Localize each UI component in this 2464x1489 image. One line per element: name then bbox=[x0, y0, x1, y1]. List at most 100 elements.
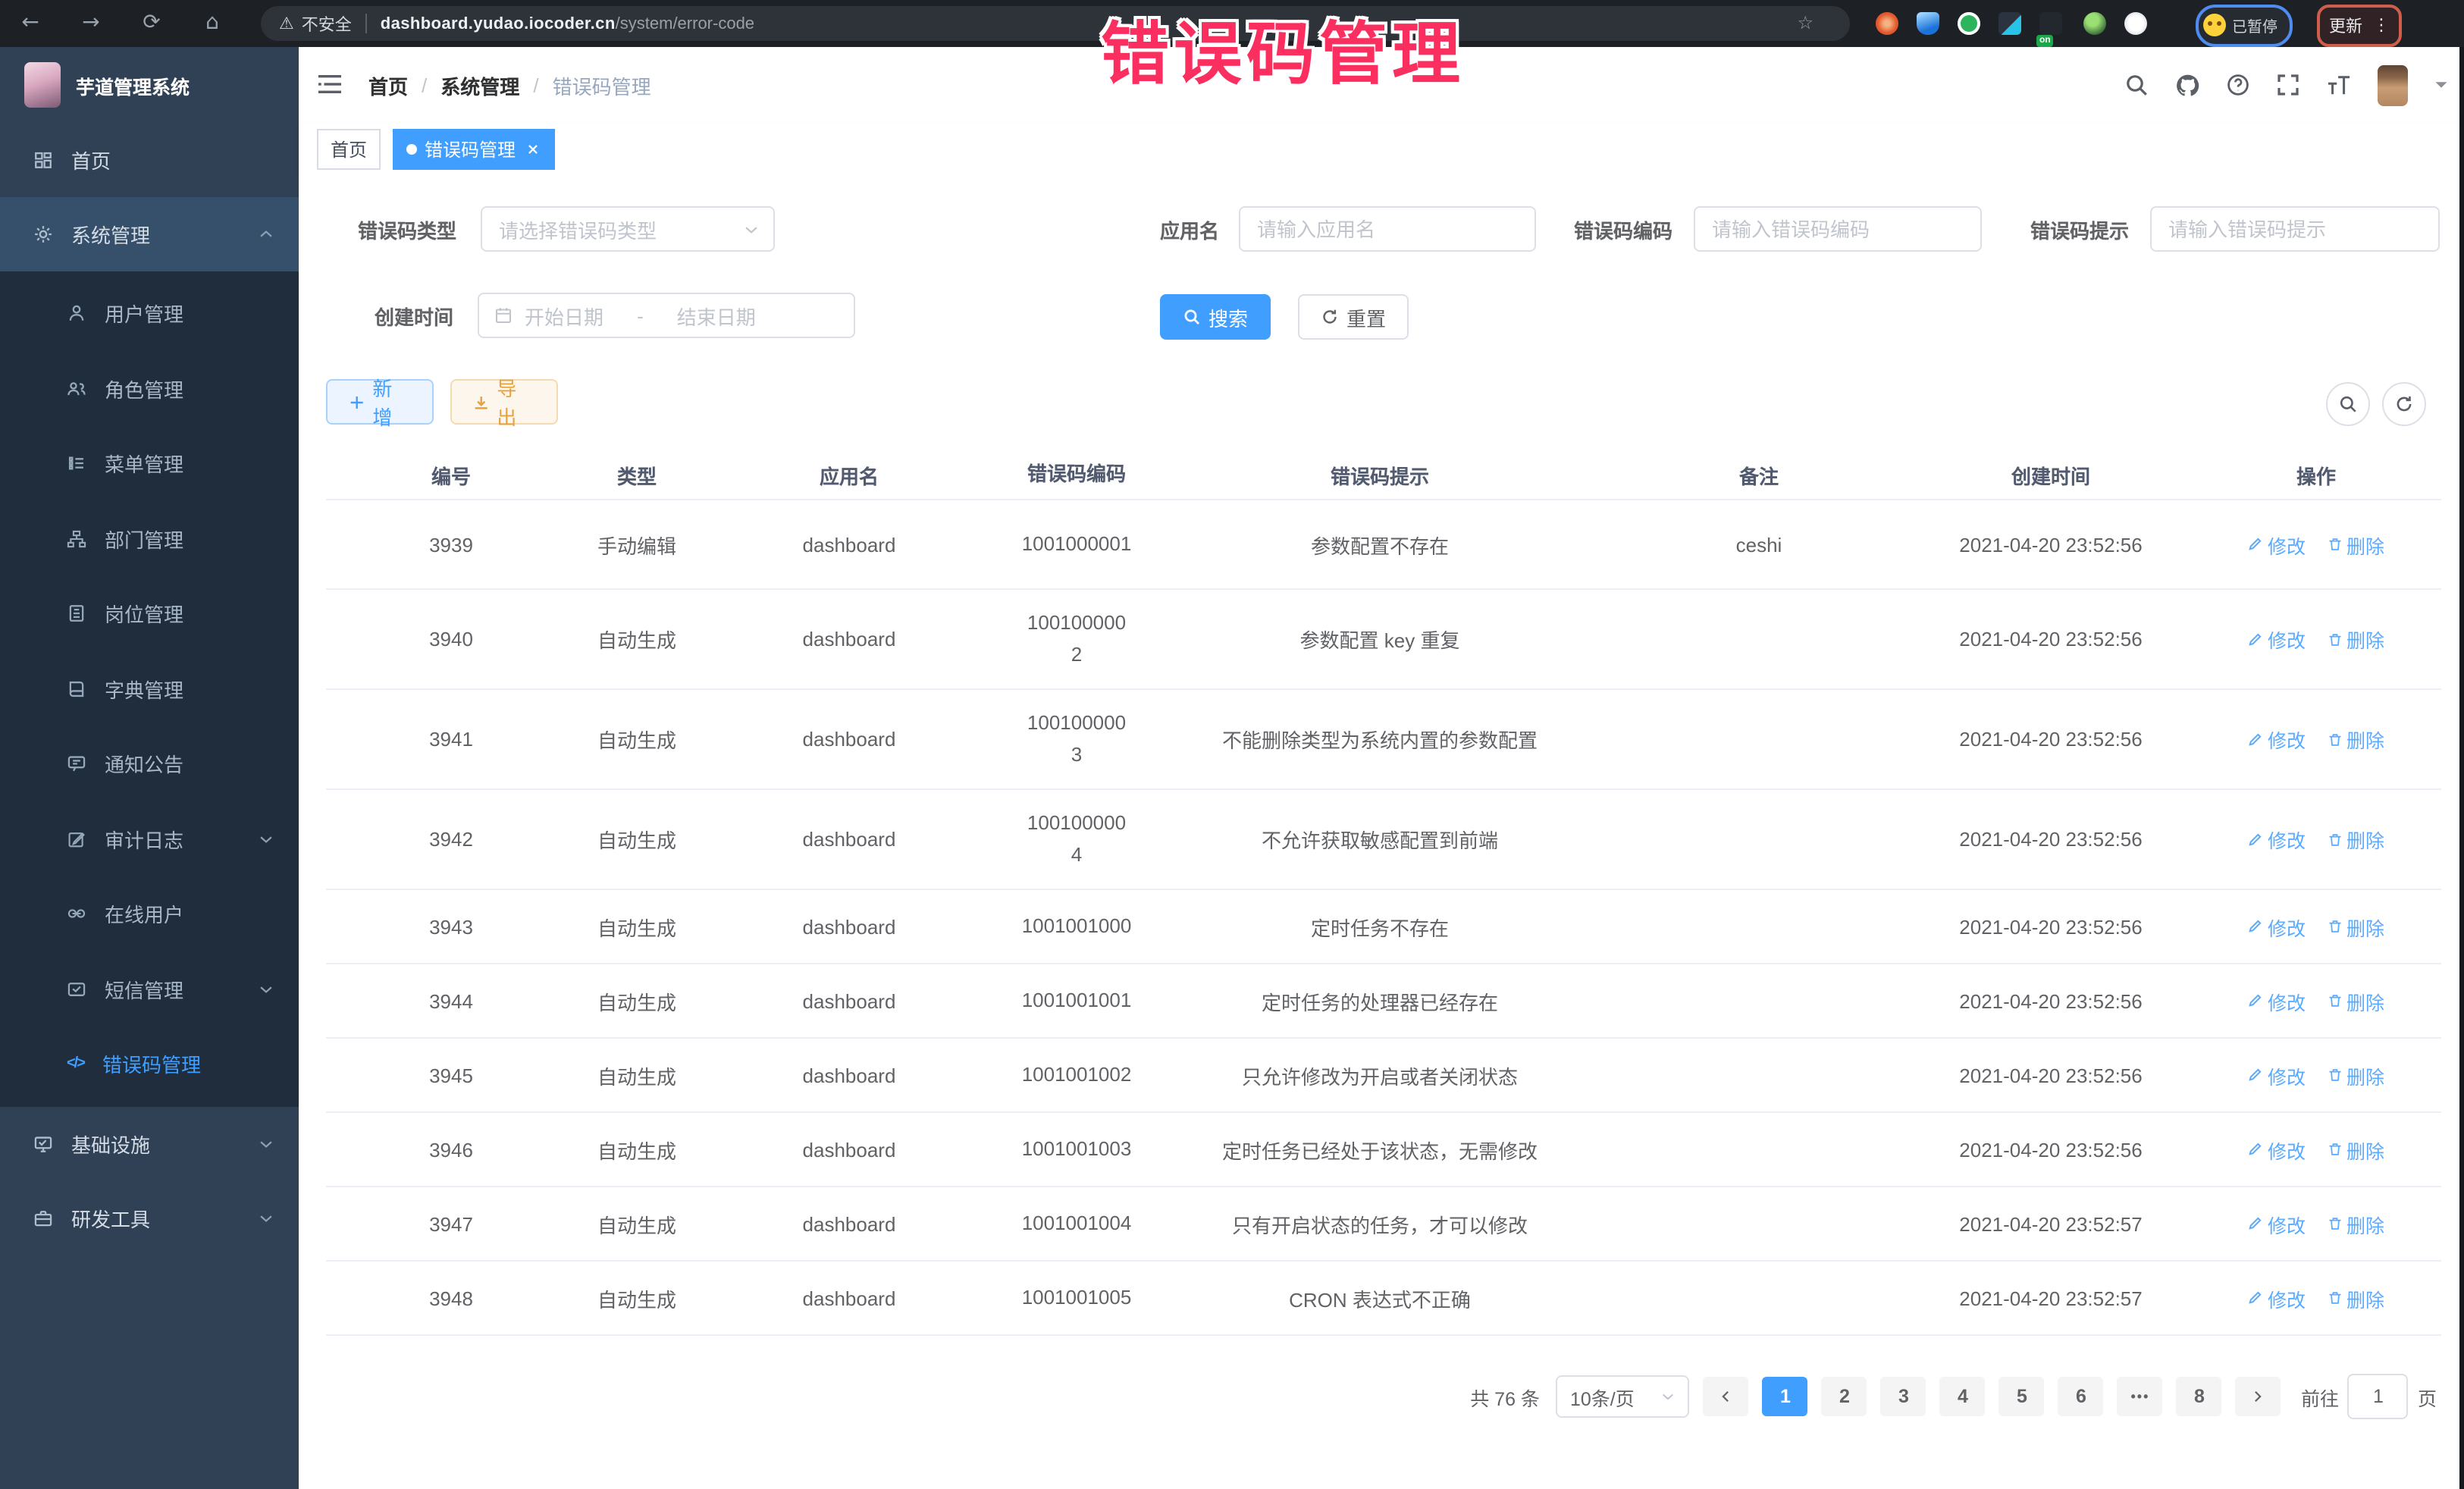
hamburger-menu-icon[interactable] bbox=[317, 73, 343, 96]
cell-code: 1001001001 bbox=[1001, 979, 1152, 1023]
page-size-select[interactable]: 10条/页 bbox=[1556, 1375, 1690, 1418]
edit-link[interactable]: 修改 bbox=[2248, 825, 2306, 854]
edit-link[interactable]: 修改 bbox=[2248, 625, 2306, 654]
address-bar[interactable]: ⚠ 不安全 dashboard.yudao.iocoder.cn/system/… bbox=[261, 6, 1850, 41]
tab-home[interactable]: 首页 bbox=[317, 129, 381, 170]
sidebar-item-error-code-management[interactable]: </> 错误码管理 bbox=[0, 1027, 299, 1102]
page-button-1[interactable]: 1 bbox=[1763, 1377, 1808, 1416]
tab-error-code-management[interactable]: 错误码管理 bbox=[393, 129, 555, 170]
prev-page-button[interactable] bbox=[1704, 1377, 1749, 1416]
search-button[interactable]: 搜索 bbox=[1160, 294, 1271, 340]
extension-puzzle-icon[interactable] bbox=[2124, 12, 2147, 35]
error-type-select[interactable]: 请选择错误码类型 bbox=[481, 206, 775, 252]
cell-actions: 修改 删除 bbox=[2191, 619, 2441, 660]
add-button[interactable]: 新增 bbox=[326, 379, 434, 425]
sidebar-item-system-management[interactable]: 系统管理 bbox=[0, 197, 299, 271]
edit-link[interactable]: 修改 bbox=[2248, 986, 2306, 1015]
browser-reload-icon[interactable]: ⟳ bbox=[136, 0, 167, 47]
sidebar-item-user-management[interactable]: 用户管理 bbox=[0, 276, 299, 351]
search-button-label: 搜索 bbox=[1208, 303, 1248, 331]
delete-link[interactable]: 删除 bbox=[2327, 1135, 2384, 1164]
user-icon bbox=[67, 304, 86, 324]
page-button-8[interactable]: 8 bbox=[2177, 1377, 2222, 1416]
tab-close-icon[interactable] bbox=[523, 140, 541, 158]
breadcrumb-system[interactable]: 系统管理 bbox=[440, 71, 519, 99]
cell-created: 2021-04-20 23:52:56 bbox=[1911, 983, 2191, 1018]
delete-link[interactable]: 删除 bbox=[2327, 530, 2384, 559]
cell-remark bbox=[1607, 833, 1911, 845]
page-button-2[interactable]: 2 bbox=[1822, 1377, 1867, 1416]
sidebar-item-online-users[interactable]: 在线用户 bbox=[0, 876, 299, 951]
sidebar-item-home[interactable]: 首页 bbox=[0, 123, 299, 197]
extension-tampermonkey-icon[interactable]: on bbox=[2039, 12, 2062, 35]
more-pages-button[interactable]: ••• bbox=[2118, 1377, 2163, 1416]
sidebar-item-label: 用户管理 bbox=[105, 299, 183, 328]
delete-link[interactable]: 删除 bbox=[2327, 1061, 2384, 1089]
show-search-toggle-button[interactable] bbox=[2326, 382, 2370, 426]
delete-link[interactable]: 删除 bbox=[2327, 1209, 2384, 1238]
browser-forward-icon[interactable]: → bbox=[76, 0, 106, 47]
browser-back-icon[interactable]: ← bbox=[15, 0, 45, 47]
delete-link[interactable]: 删除 bbox=[2327, 625, 2384, 654]
app-name-input[interactable] bbox=[1240, 208, 1535, 250]
sidebar-item-department-management[interactable]: 部门管理 bbox=[0, 501, 299, 576]
edit-link[interactable]: 修改 bbox=[2248, 1284, 2306, 1312]
github-icon[interactable] bbox=[2174, 72, 2200, 98]
sidebar-item-infrastructure[interactable]: 基础设施 bbox=[0, 1106, 299, 1180]
sidebar-item-dev-tools[interactable]: 研发工具 bbox=[0, 1180, 299, 1255]
extension-v-icon[interactable] bbox=[1958, 12, 1980, 35]
browser-profile-chip[interactable]: 已暂停 bbox=[2196, 4, 2293, 46]
sidebar-item-sms-management[interactable]: 短信管理 bbox=[0, 951, 299, 1027]
delete-link[interactable]: 删除 bbox=[2327, 825, 2384, 854]
edit-link[interactable]: 修改 bbox=[2248, 530, 2306, 559]
bookmark-star-icon[interactable]: ☆ bbox=[1797, 6, 1814, 41]
breadcrumb-home[interactable]: 首页 bbox=[368, 71, 408, 99]
header-search-icon[interactable] bbox=[2124, 73, 2149, 97]
sidebar-item-audit-log[interactable]: 审计日志 bbox=[0, 801, 299, 876]
edit-link[interactable]: 修改 bbox=[2248, 725, 2306, 754]
edit-link[interactable]: 修改 bbox=[2248, 912, 2306, 941]
error-hint-input[interactable] bbox=[2152, 208, 2438, 250]
browser-menu-dots-icon[interactable]: ⋮ bbox=[2373, 15, 2390, 35]
browser-home-icon[interactable]: ⌂ bbox=[197, 0, 227, 47]
chevron-down-icon bbox=[258, 831, 274, 848]
app-logo-row[interactable]: 芋道管理系统 bbox=[0, 47, 299, 123]
help-icon[interactable] bbox=[2226, 73, 2250, 97]
browser-update-button[interactable]: 更新 ⋮ bbox=[2317, 4, 2402, 46]
sidebar-item-role-management[interactable]: 角色管理 bbox=[0, 351, 299, 426]
page-button-3[interactable]: 3 bbox=[1881, 1377, 1926, 1416]
reset-button[interactable]: 重置 bbox=[1298, 294, 1409, 340]
delete-link[interactable]: 删除 bbox=[2327, 912, 2384, 941]
error-code-input[interactable] bbox=[1695, 208, 1980, 250]
edit-link[interactable]: 修改 bbox=[2248, 1209, 2306, 1238]
date-range-picker[interactable]: 开始日期 - 结束日期 bbox=[478, 293, 855, 338]
avatar-caret-down-icon[interactable] bbox=[2434, 77, 2449, 92]
page-button-6[interactable]: 6 bbox=[2058, 1377, 2104, 1416]
export-button[interactable]: 导出 bbox=[450, 379, 558, 425]
extension-grid-icon[interactable] bbox=[1998, 12, 2021, 35]
font-size-icon[interactable] bbox=[2326, 74, 2352, 96]
refresh-table-button[interactable] bbox=[2382, 382, 2426, 426]
add-button-label: 新增 bbox=[372, 373, 411, 431]
sidebar-item-menu-management[interactable]: 菜单管理 bbox=[0, 426, 299, 501]
page-button-4[interactable]: 4 bbox=[1940, 1377, 1986, 1416]
delete-link[interactable]: 删除 bbox=[2327, 725, 2384, 754]
sidebar-item-post-management[interactable]: 岗位管理 bbox=[0, 576, 299, 651]
edit-link[interactable]: 修改 bbox=[2248, 1061, 2306, 1089]
extension-gem-icon[interactable] bbox=[1917, 12, 1939, 35]
edit-link[interactable]: 修改 bbox=[2248, 1135, 2306, 1164]
next-page-button[interactable] bbox=[2236, 1377, 2281, 1416]
sidebar-item-dict-management[interactable]: 字典管理 bbox=[0, 651, 299, 726]
fullscreen-icon[interactable] bbox=[2276, 73, 2300, 97]
sidebar-item-notice-management[interactable]: 通知公告 bbox=[0, 726, 299, 801]
user-avatar[interactable] bbox=[2378, 64, 2408, 105]
goto-page-input[interactable] bbox=[2348, 1374, 2409, 1419]
delete-link[interactable]: 删除 bbox=[2327, 1284, 2384, 1312]
pencil-icon bbox=[2248, 1142, 2263, 1157]
extension-key-icon[interactable] bbox=[2083, 12, 2106, 35]
delete-link[interactable]: 删除 bbox=[2327, 986, 2384, 1015]
page-button-5[interactable]: 5 bbox=[1999, 1377, 2045, 1416]
chevron-down-icon bbox=[258, 1209, 274, 1226]
table-row: 3943 自动生成 dashboard 1001001000 定时任务不存在 2… bbox=[326, 890, 2441, 964]
extension-ubuntu-icon[interactable] bbox=[1876, 12, 1898, 35]
